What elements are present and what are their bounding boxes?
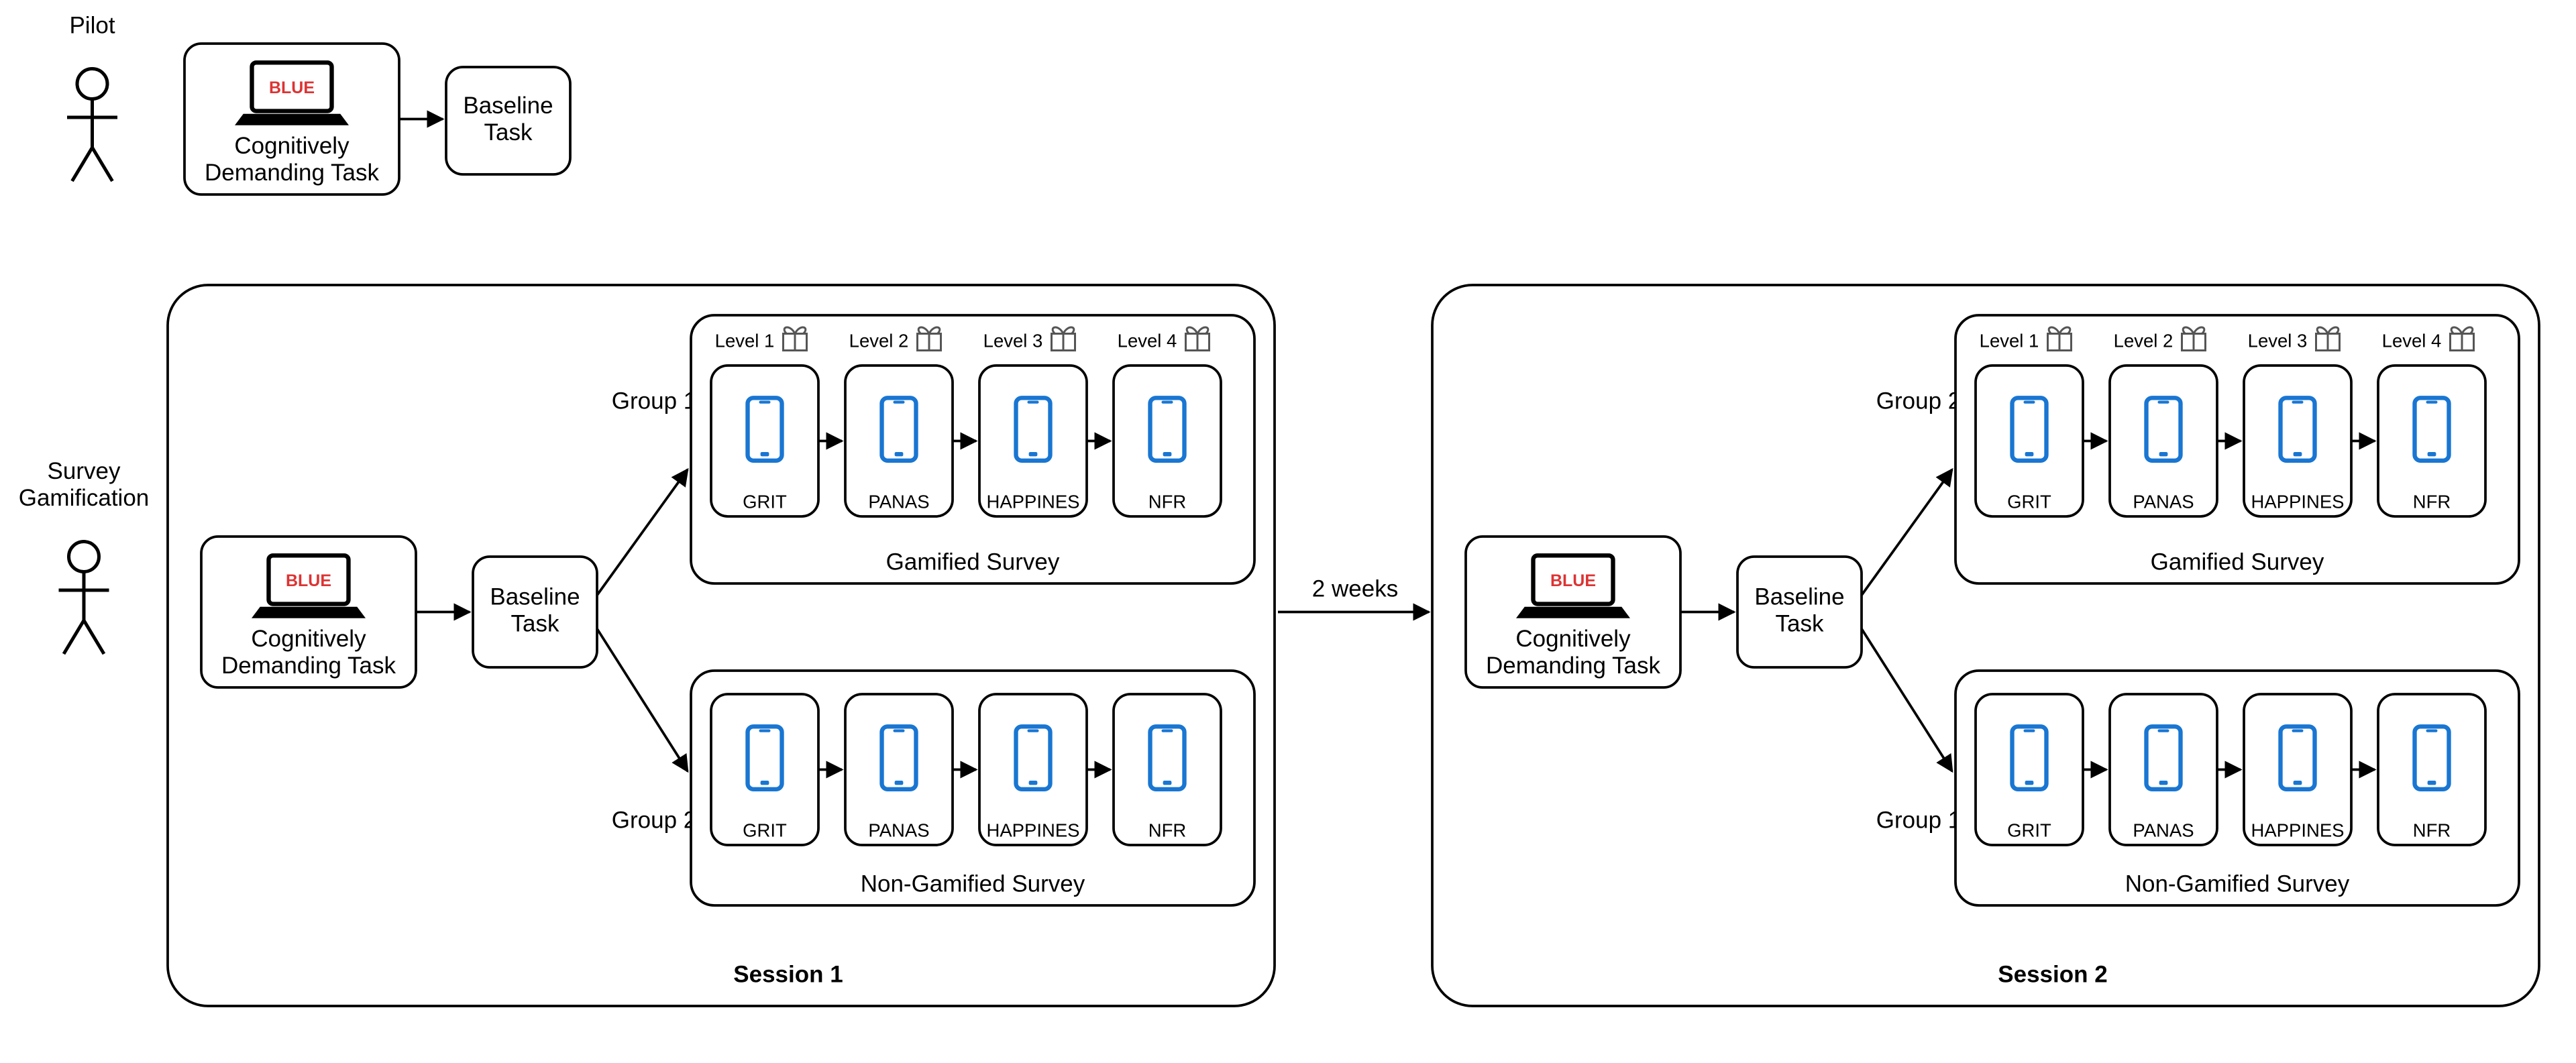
s2-nongamified-survey-0: GRIT bbox=[2007, 820, 2051, 840]
s1-level-1: Level 2 bbox=[849, 330, 909, 351]
s1-gamified-title: Gamified Survey bbox=[886, 549, 1060, 575]
s2-nongamified-survey-2: HAPPINES bbox=[2251, 820, 2344, 840]
s2-nongamified: GRIT PANAS HAPPINES NFR Non-Gamified Survey bbox=[1955, 671, 2519, 905]
s2: Session 2BLUECognitivelyDemanding TaskBa… bbox=[1432, 285, 2539, 1006]
pilot-label: Pilot bbox=[69, 12, 115, 38]
s1-nongamified: GRIT PANAS HAPPINES NFR Non-Gamified Survey bbox=[691, 671, 1254, 905]
s2-gamified-survey-2: HAPPINES bbox=[2251, 491, 2344, 512]
s2-group-bottom: Group 1 bbox=[1876, 807, 1961, 833]
s1-gamified-survey-3: NFR bbox=[1148, 491, 1187, 512]
survey-gamification-label: SurveyGamification bbox=[19, 458, 150, 511]
s1: Session 1BLUECognitivelyDemanding TaskBa… bbox=[168, 285, 1275, 1006]
s2-nongamified-title: Non-Gamified Survey bbox=[2125, 871, 2350, 897]
pilot-cognitive-screen: BLUE bbox=[269, 78, 315, 97]
s2-nongamified-survey-3: NFR bbox=[2413, 820, 2451, 840]
s1-gamified-survey-0: GRIT bbox=[743, 491, 787, 512]
s2-gamified-survey-3: NFR bbox=[2413, 491, 2451, 512]
pilot-cognitive-task: BLUECognitivelyDemanding Task bbox=[184, 44, 399, 194]
s2-nongamified-survey-1: PANAS bbox=[2133, 820, 2194, 840]
s2-cognitive-screen: BLUE bbox=[1550, 571, 1596, 590]
between-sessions-label: 2 weeks bbox=[1312, 575, 1398, 602]
s1-group-bottom: Group 2 bbox=[612, 807, 696, 833]
pilot-person-icon bbox=[67, 69, 117, 182]
s1-cognitive-screen: BLUE bbox=[286, 571, 331, 590]
s1-nongamified-survey-1: PANAS bbox=[868, 820, 929, 840]
s2-gamified-title: Gamified Survey bbox=[2151, 549, 2324, 575]
s1-nongamified-survey-2: HAPPINES bbox=[986, 820, 1079, 840]
s1-nongamified-survey-3: NFR bbox=[1148, 820, 1187, 840]
s2-level-2: Level 3 bbox=[2248, 330, 2308, 351]
s2-gamified-survey-0: GRIT bbox=[2007, 491, 2051, 512]
s1-level-0: Level 1 bbox=[715, 330, 775, 351]
s1-group-top: Group 1 bbox=[612, 388, 696, 414]
s2-title: Session 2 bbox=[1998, 961, 2107, 987]
s2-group-top: Group 2 bbox=[1876, 388, 1961, 414]
s1-nongamified-title: Non-Gamified Survey bbox=[861, 871, 1085, 897]
survey-person-icon bbox=[59, 542, 109, 655]
s2-gamified-survey-1: PANAS bbox=[2133, 491, 2194, 512]
s1-gamified-survey-1: PANAS bbox=[868, 491, 929, 512]
s2-level-1: Level 2 bbox=[2114, 330, 2174, 351]
s2-level-3: Level 4 bbox=[2382, 330, 2442, 351]
s1-level-2: Level 3 bbox=[983, 330, 1043, 351]
s1-level-3: Level 4 bbox=[1118, 330, 1177, 351]
s2-gamified: Level 1 Level 2 Level 3 Level 4 GRIT PANAS HAP… bbox=[1955, 315, 2519, 583]
s1-gamified: Level 1 Level 2 Level 3 Level 4 GRIT PANAS HAP… bbox=[691, 315, 1254, 583]
s1-title: Session 1 bbox=[733, 961, 843, 987]
s2-level-0: Level 1 bbox=[1980, 330, 2039, 351]
s1-nongamified-survey-0: GRIT bbox=[743, 820, 787, 840]
s1-gamified-survey-2: HAPPINES bbox=[986, 491, 1079, 512]
